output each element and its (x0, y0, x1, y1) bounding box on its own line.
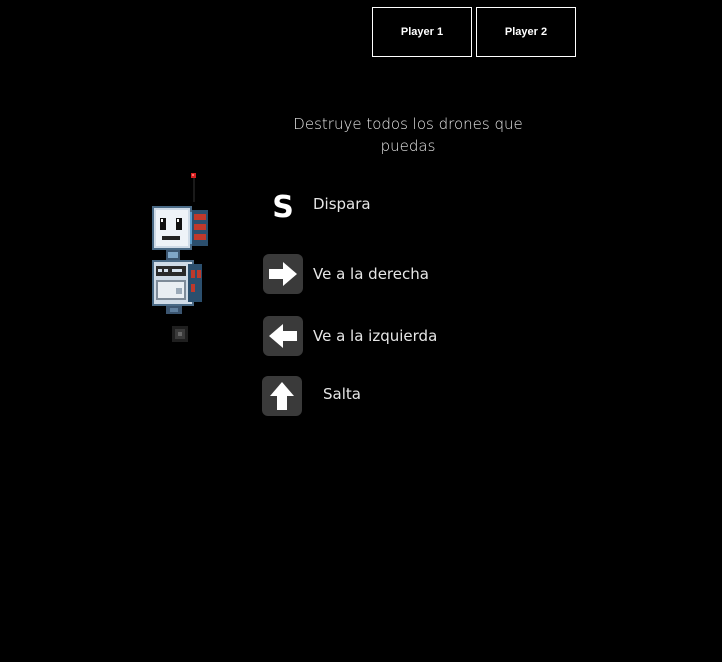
arrow-left-glyph (269, 324, 297, 348)
s-key-icon: S (272, 190, 294, 225)
control-label-right: Ve a la derecha (313, 265, 429, 283)
game-screen: Player 1 Player 2 Destruye todos los dro… (0, 0, 722, 662)
player-1-button[interactable]: Player 1 (372, 7, 472, 57)
control-label-jump: Salta (323, 385, 361, 403)
arrow-left-icon (263, 316, 303, 356)
arrow-up-glyph (270, 382, 294, 410)
objective-text: Destruye todos los drones que puedas (293, 115, 523, 155)
robot-character-icon (152, 173, 208, 342)
control-label-left: Ve a la izquierda (313, 327, 438, 345)
player-2-button[interactable]: Player 2 (476, 7, 576, 57)
arrow-right-icon (263, 254, 303, 294)
control-label-shoot: Dispara (313, 195, 371, 213)
arrow-right-glyph (269, 262, 297, 286)
arrow-up-icon (262, 376, 302, 416)
